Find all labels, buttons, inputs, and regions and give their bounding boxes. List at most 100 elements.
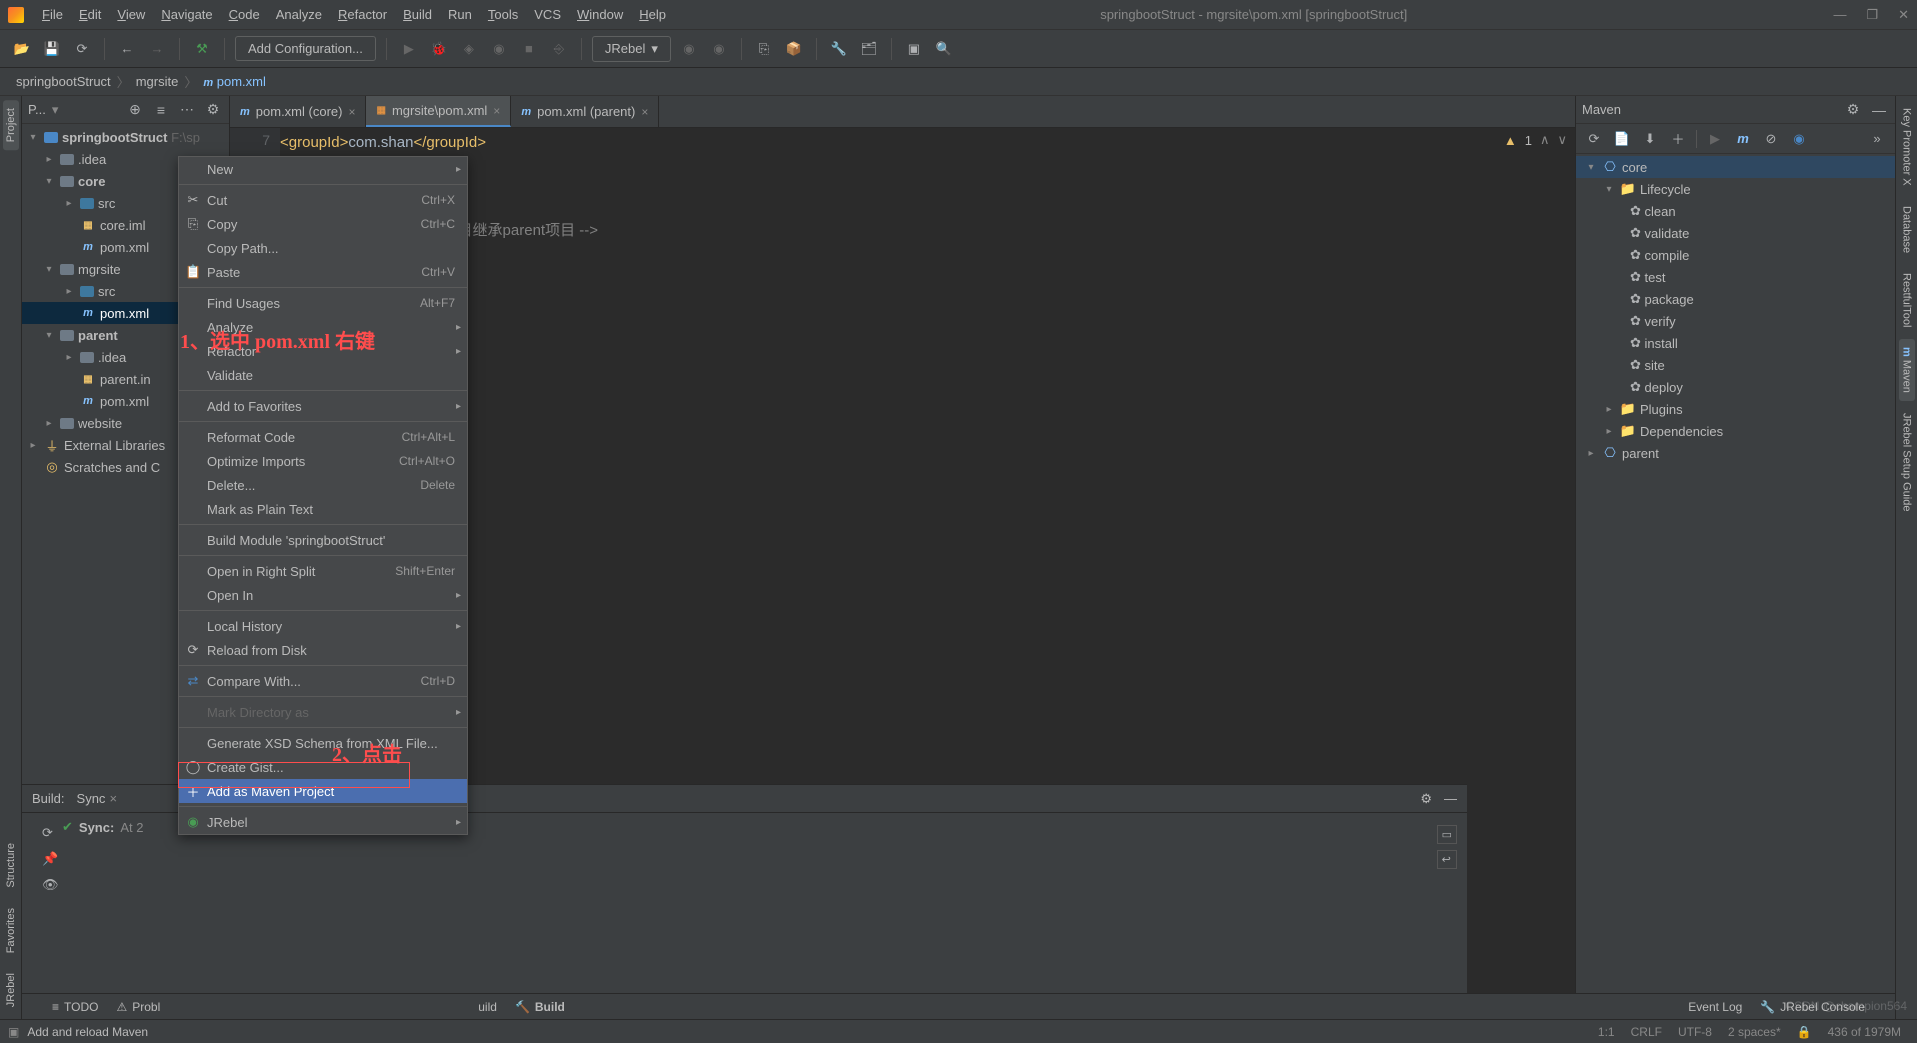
expand-all-icon[interactable]: ≡ xyxy=(151,100,171,120)
gear-icon[interactable]: ⚙ xyxy=(1420,791,1432,807)
ctx-new[interactable]: New▸ xyxy=(179,157,467,181)
ctx-compare-with[interactable]: ⇄Compare With...Ctrl+D xyxy=(179,669,467,693)
ctx-optimize[interactable]: Optimize ImportsCtrl+Alt+O xyxy=(179,449,467,473)
debug-button[interactable]: 🐞 xyxy=(427,37,451,61)
menu-edit[interactable]: Edit xyxy=(71,7,109,22)
jrebel-debug-icon[interactable]: ◉ xyxy=(707,37,731,61)
maven-tree[interactable]: ▾⎔core ▾📁Lifecycle ✿ clean ✿ validate ✿ … xyxy=(1576,154,1895,1019)
ctx-add-favorites[interactable]: Add to Favorites▸ xyxy=(179,394,467,418)
encoding[interactable]: UTF-8 xyxy=(1670,1025,1720,1039)
toggle-skip-tests-icon[interactable]: ◉ xyxy=(1789,129,1809,149)
menu-window[interactable]: Window xyxy=(569,7,631,22)
pin-icon[interactable]: 📌 xyxy=(42,851,59,867)
tool-structure-tab[interactable]: Structure xyxy=(3,835,19,896)
stop-button[interactable]: ■ xyxy=(517,37,541,61)
download-icon[interactable]: ⬇ xyxy=(1640,129,1660,149)
ctx-paste[interactable]: 📋PasteCtrl+V xyxy=(179,260,467,284)
gear-icon[interactable]: ⚙ xyxy=(1843,100,1863,120)
ctx-find-usages[interactable]: Find UsagesAlt+F7 xyxy=(179,291,467,315)
menu-file[interactable]: File xyxy=(34,7,71,22)
collapse-icon[interactable]: ⋯ xyxy=(177,100,197,120)
target-icon[interactable]: ⊕ xyxy=(125,100,145,120)
project-structure-button[interactable]: 🗂 xyxy=(857,37,881,61)
terminal-icon[interactable]: ▣ xyxy=(902,37,926,61)
menu-help[interactable]: Help xyxy=(631,7,674,22)
sync-button[interactable]: ⟳ xyxy=(70,37,94,61)
profile-button[interactable]: ◉ xyxy=(487,37,511,61)
tool-maven-tab[interactable]: m Maven xyxy=(1899,339,1915,401)
add-icon[interactable]: ＋ xyxy=(1668,129,1688,149)
prev-highlight-icon[interactable]: ∧ xyxy=(1540,132,1550,148)
menu-navigate[interactable]: Navigate xyxy=(153,7,220,22)
editor-tab-core[interactable]: mpom.xml (core)× xyxy=(230,96,366,127)
tool-jrebel-tab[interactable]: JRebel xyxy=(3,965,19,1015)
ctx-validate[interactable]: Validate xyxy=(179,363,467,387)
tool-restful-tab[interactable]: RestfulTool xyxy=(1899,265,1915,335)
sync-tab[interactable]: Sync × xyxy=(77,791,118,806)
run-maven-icon[interactable]: ▶ xyxy=(1705,129,1725,149)
ctx-cut[interactable]: ✂CutCtrl+X xyxy=(179,188,467,212)
wrench-icon[interactable]: 🔧 xyxy=(827,37,851,61)
vcs-commit-icon[interactable]: 📦 xyxy=(782,37,806,61)
ctx-jrebel[interactable]: ◉JRebel▸ xyxy=(179,810,467,834)
execute-goal-icon[interactable]: m xyxy=(1733,129,1753,149)
ctx-reformat[interactable]: Reformat CodeCtrl+Alt+L xyxy=(179,425,467,449)
tool-windows-icon[interactable]: ▣ xyxy=(8,1025,19,1039)
menu-tools[interactable]: Tools xyxy=(480,7,526,22)
editor-tab-parent[interactable]: mpom.xml (parent)× xyxy=(511,96,659,127)
hide-icon[interactable]: — xyxy=(1444,791,1457,806)
caret-pos[interactable]: 1:1 xyxy=(1590,1025,1623,1039)
ctx-open-in[interactable]: Open In▸ xyxy=(179,583,467,607)
ctx-local-history[interactable]: Local History▸ xyxy=(179,614,467,638)
ctx-add-maven[interactable]: ＋Add as Maven Project xyxy=(179,779,467,803)
ctx-gen-xsd[interactable]: Generate XSD Schema from XML File... xyxy=(179,731,467,755)
toggle-offline-icon[interactable]: ⊘ xyxy=(1761,129,1781,149)
show-all-icon[interactable]: » xyxy=(1867,129,1887,149)
line-sep[interactable]: CRLF xyxy=(1623,1025,1670,1039)
tool-favorites-tab[interactable]: Favorites xyxy=(3,900,19,961)
close-icon[interactable]: ✕ xyxy=(1898,7,1909,23)
tool-keypromoter-tab[interactable]: Key Promoter X xyxy=(1899,100,1915,194)
menu-refactor[interactable]: Refactor xyxy=(330,7,395,22)
close-tab-icon[interactable]: × xyxy=(348,105,355,119)
maximize-icon[interactable]: ❐ xyxy=(1866,7,1878,23)
refresh-icon[interactable]: ⟳ xyxy=(42,825,59,841)
jrebel-run-icon[interactable]: ◉ xyxy=(677,37,701,61)
layout-toggle-icon[interactable]: ▭ xyxy=(1437,825,1457,844)
run-button[interactable]: ▶ xyxy=(397,37,421,61)
menu-analyze[interactable]: Analyze xyxy=(268,7,330,22)
ctx-create-gist[interactable]: ◯Create Gist... xyxy=(179,755,467,779)
gear-icon[interactable]: ⚙ xyxy=(203,100,223,120)
mem-indicator[interactable]: 436 of 1979M xyxy=(1820,1025,1909,1039)
close-tab-icon[interactable]: × xyxy=(493,104,500,118)
build-tab[interactable]: 🔨 Build xyxy=(515,1000,565,1014)
minimize-icon[interactable]: — xyxy=(1833,7,1846,23)
tool-database-tab[interactable]: Database xyxy=(1899,198,1915,261)
menu-run[interactable]: Run xyxy=(440,7,480,22)
menu-view[interactable]: View xyxy=(109,7,153,22)
ctx-refactor[interactable]: Refactor▸ xyxy=(179,339,467,363)
indent[interactable]: 2 spaces* xyxy=(1720,1025,1789,1039)
menu-code[interactable]: Code xyxy=(221,7,268,22)
show-icon[interactable]: 👁 xyxy=(42,877,59,893)
tool-project-tab[interactable]: Project xyxy=(3,100,19,150)
lock-icon[interactable]: 🔒 xyxy=(1789,1025,1820,1039)
coverage-button[interactable]: ◈ xyxy=(457,37,481,61)
ctx-reload-disk[interactable]: ⟳Reload from Disk xyxy=(179,638,467,662)
search-everywhere-icon[interactable]: 🔍 xyxy=(932,37,956,61)
ctx-copy[interactable]: ⎘CopyCtrl+C xyxy=(179,212,467,236)
problems-tab[interactable]: ⚠ Probl xyxy=(116,1000,160,1014)
back-button[interactable]: ← xyxy=(115,37,139,61)
project-panel-title[interactable]: P... xyxy=(28,102,46,117)
ctx-build-module[interactable]: Build Module 'springbootStruct' xyxy=(179,528,467,552)
forward-button[interactable]: → xyxy=(145,37,169,61)
breadcrumb-module[interactable]: mgrsite xyxy=(130,74,185,89)
ctx-analyze[interactable]: Analyze▸ xyxy=(179,315,467,339)
hide-icon[interactable]: — xyxy=(1869,100,1889,120)
todo-tab[interactable]: ≡ TODO xyxy=(52,1000,98,1014)
open-folder-button[interactable]: 📂 xyxy=(10,37,34,61)
ctx-copy-path[interactable]: Copy Path... xyxy=(179,236,467,260)
close-tab-icon[interactable]: × xyxy=(641,105,648,119)
reimport-icon[interactable]: ⟳ xyxy=(1584,129,1604,149)
warning-icon[interactable]: ▲ xyxy=(1504,133,1517,148)
